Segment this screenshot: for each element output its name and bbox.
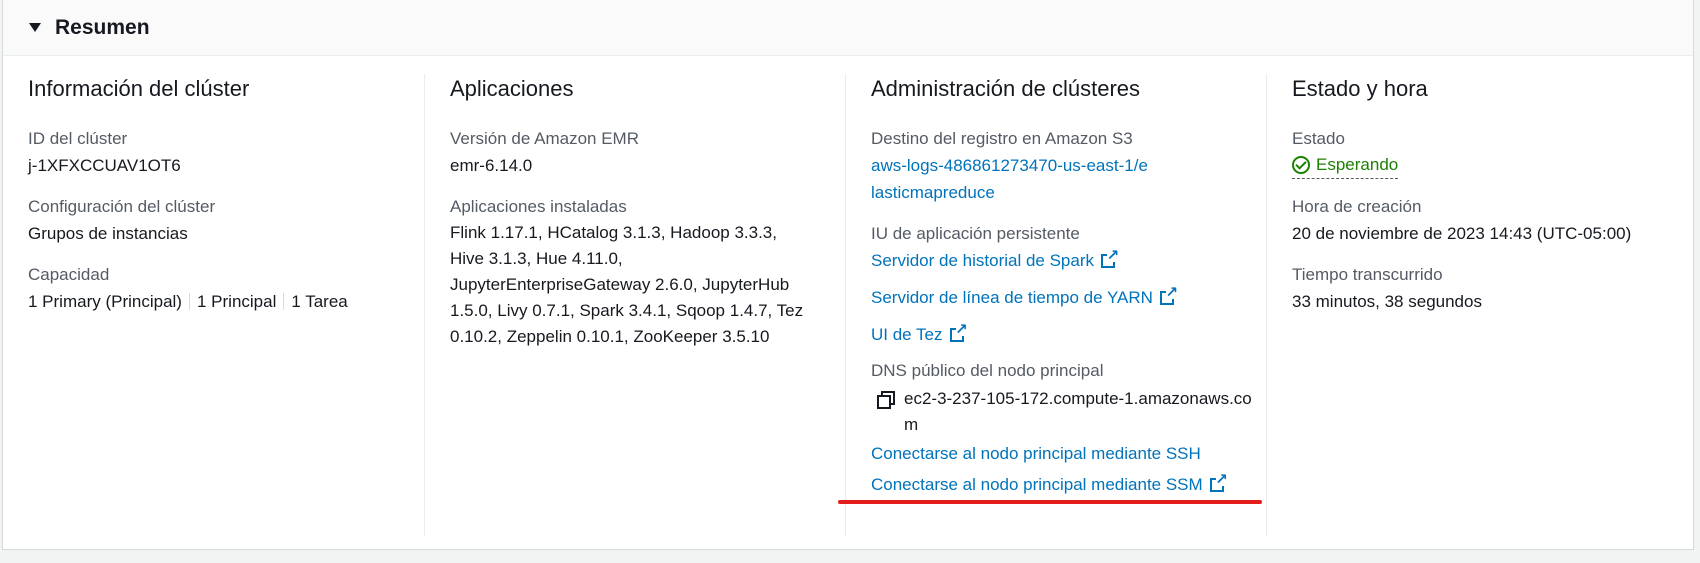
capacity-divider — [188, 293, 190, 310]
persistent-ui-group: IU de aplicación persistente Servidor de… — [871, 221, 1256, 348]
tez-ui-label: UI de Tez — [871, 325, 943, 344]
external-link-icon — [1101, 248, 1119, 268]
capacity-task: 1 Tarea — [291, 292, 348, 311]
spark-history-server-link[interactable]: Servidor de historial de Spark — [871, 247, 1256, 274]
log-destination-link[interactable]: aws-logs-486861273470-us-east-1/elasticm… — [871, 152, 1151, 206]
connect-ssh-link[interactable]: Conectarse al nodo principal mediante SS… — [871, 440, 1256, 467]
applications-title: Aplicaciones — [450, 76, 574, 101]
summary-columns: Información del clúster ID del clúster j… — [3, 56, 1693, 536]
connect-ssm-label: Conectarse al nodo principal mediante SS… — [871, 475, 1203, 494]
cluster-config-group: Configuración del clúster Grupos de inst… — [28, 194, 414, 247]
cluster-id-label: ID del clúster — [28, 129, 128, 148]
elapsed-time-group: Tiempo transcurrido 33 minutos, 38 segun… — [1292, 262, 1685, 315]
public-dns-row: ec2-3-237-105-172.compute-1.amazonaws.co… — [871, 386, 1256, 438]
cluster-management-column: Administración de clústeres Destino del … — [845, 74, 1266, 536]
cluster-info-title: Información del clúster — [28, 76, 250, 101]
connect-ssm-link[interactable]: Conectarse al nodo principal mediante SS… — [871, 471, 1256, 498]
creation-time-group: Hora de creación 20 de noviembre de 2023… — [1292, 194, 1685, 247]
installed-apps-label: Aplicaciones instaladas — [450, 197, 627, 216]
emr-version-value: emr-6.14.0 — [450, 156, 533, 175]
check-circle-icon — [1292, 156, 1310, 174]
status-time-column: Estado y hora Estado Esperando Hora de c… — [1266, 74, 1695, 536]
cluster-info-column: Información del clúster ID del clúster j… — [3, 74, 424, 536]
log-destination-label: Destino del registro en Amazon S3 — [871, 129, 1133, 148]
applications-column: Aplicaciones Versión de Amazon EMR emr-6… — [424, 74, 845, 536]
cluster-config-value: Grupos de instancias — [28, 224, 188, 243]
log-destination-group: Destino del registro en Amazon S3 aws-lo… — [871, 126, 1256, 206]
status-time-title: Estado y hora — [1292, 76, 1428, 101]
capacity-core: 1 Principal — [196, 292, 277, 311]
cluster-id-value: j-1XFXCCUAV1OT6 — [28, 156, 181, 175]
persistent-ui-label: IU de aplicación persistente — [871, 224, 1080, 243]
capacity-divider — [283, 293, 285, 310]
state-label: Estado — [1292, 129, 1345, 148]
capacity-primary: 1 Primary (Principal) — [28, 292, 182, 311]
cluster-id-group: ID del clúster j-1XFXCCUAV1OT6 — [28, 126, 414, 179]
yarn-timeline-server-link[interactable]: Servidor de línea de tiempo de YARN — [871, 284, 1256, 311]
public-dns-label: DNS público del nodo principal — [871, 361, 1104, 380]
summary-header[interactable]: Resumen — [3, 0, 1693, 56]
cluster-management-title: Administración de clústeres — [871, 76, 1141, 101]
creation-time-value: 20 de noviembre de 2023 14:43 (UTC-05:00… — [1292, 224, 1632, 243]
external-link-icon — [1159, 285, 1178, 305]
tez-ui-link[interactable]: UI de Tez — [871, 321, 1256, 348]
emr-version-label: Versión de Amazon EMR — [450, 129, 639, 148]
state-status[interactable]: Esperando — [1292, 152, 1399, 179]
annotation-underline — [838, 500, 1262, 504]
copy-icon[interactable] — [877, 391, 895, 409]
yarn-timeline-server-label: Servidor de línea de tiempo de YARN — [871, 288, 1153, 307]
capacity-values: 1 Primary (Principal) 1 Principal 1 Tarea — [28, 288, 414, 315]
public-dns-group: DNS público del nodo principal ec2-3-237… — [871, 358, 1256, 438]
creation-time-label: Hora de creación — [1292, 197, 1422, 216]
capacity-group: Capacidad 1 Primary (Principal) 1 Princip… — [28, 262, 414, 315]
elapsed-time-label: Tiempo transcurrido — [1292, 265, 1443, 284]
caret-down-icon[interactable] — [29, 23, 41, 32]
summary-title: Resumen — [55, 15, 150, 39]
summary-panel: Resumen Información del clúster ID del c… — [2, 0, 1694, 550]
installed-apps-value: Flink 1.17.1, HCatalog 3.1.3, Hadoop 3.3… — [450, 223, 804, 346]
external-link-icon — [949, 322, 968, 342]
spark-history-server-label: Servidor de historial de Spark — [871, 251, 1095, 270]
cluster-config-label: Configuración del clúster — [28, 197, 216, 216]
installed-apps-group: Aplicaciones instaladas Flink 1.17.1, HC… — [450, 194, 835, 350]
state-group: Estado Esperando — [1292, 126, 1685, 179]
capacity-label: Capacidad — [28, 265, 110, 284]
emr-version-group: Versión de Amazon EMR emr-6.14.0 — [450, 126, 835, 179]
elapsed-time-value: 33 minutos, 38 segundos — [1292, 292, 1482, 311]
public-dns-value: ec2-3-237-105-172.compute-1.amazonaws.co… — [904, 389, 1252, 434]
external-link-icon — [1209, 472, 1228, 492]
state-value: Esperando — [1316, 155, 1399, 174]
